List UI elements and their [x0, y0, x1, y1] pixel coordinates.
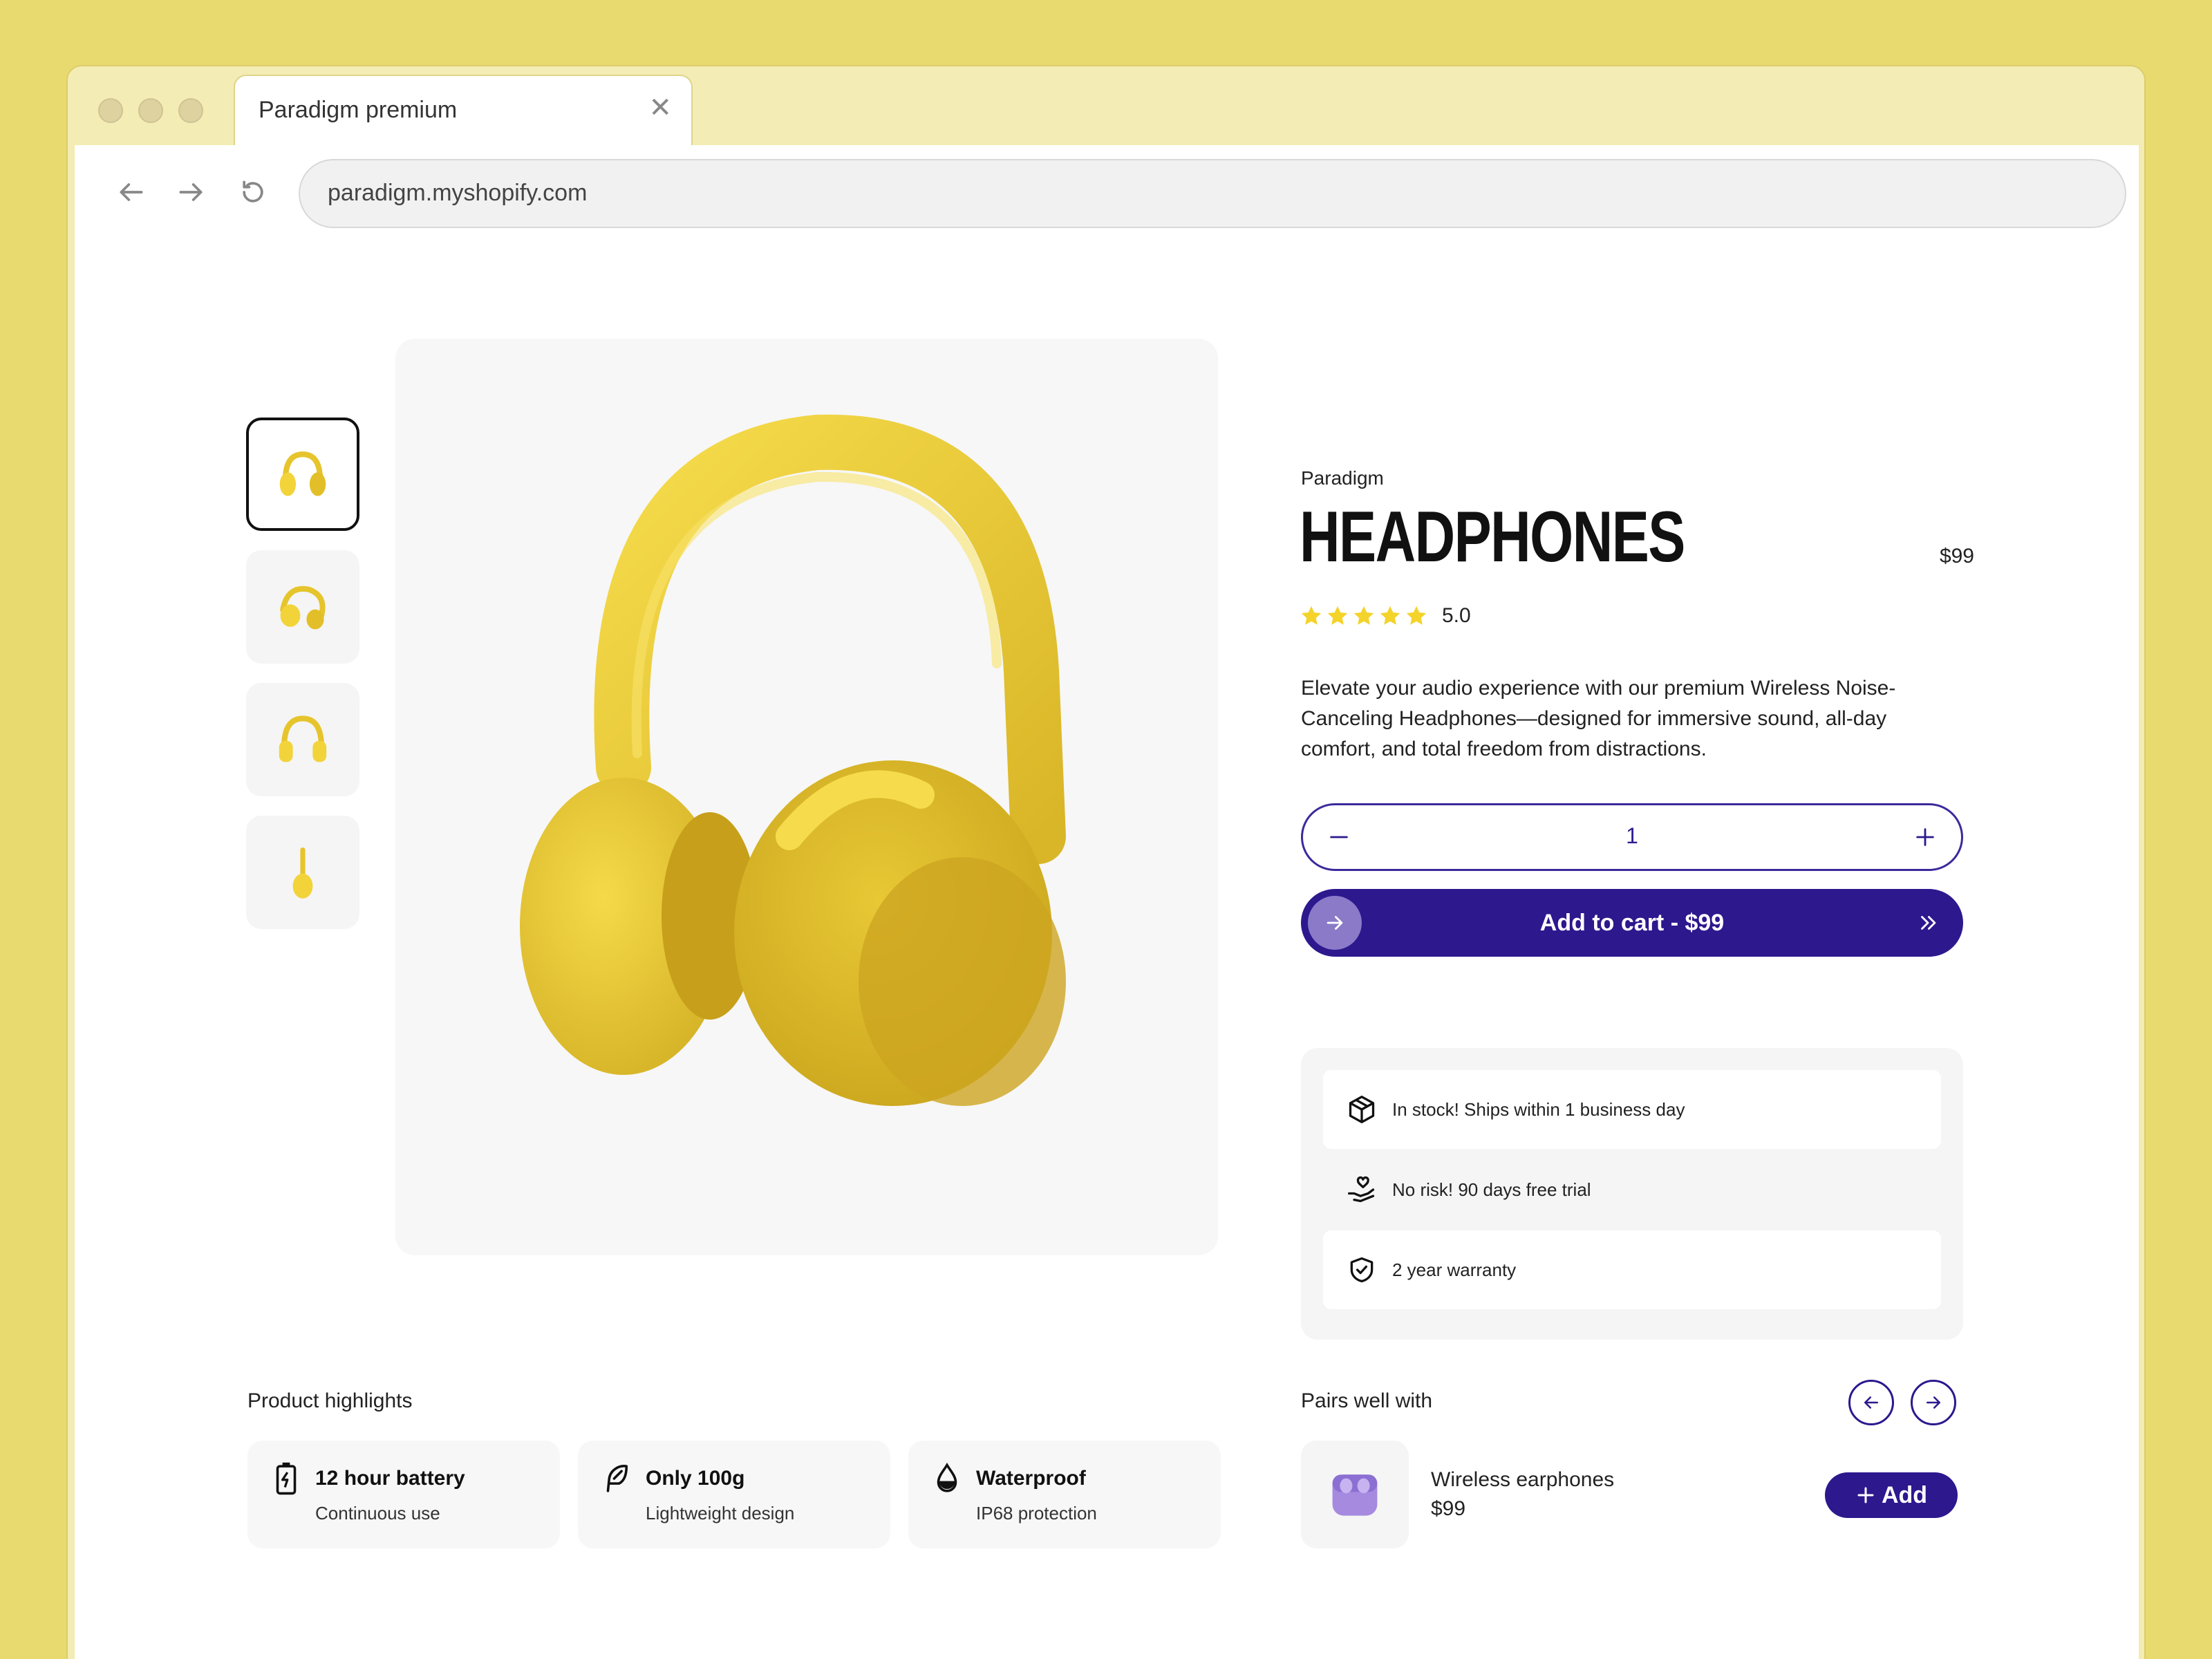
increase-quantity-button[interactable]: [1892, 805, 1958, 869]
forward-button[interactable]: [171, 173, 210, 212]
headphones-image: [520, 414, 1066, 1106]
highlight-title: Waterproof: [976, 1467, 1086, 1490]
star-icon: [1353, 606, 1374, 625]
back-button[interactable]: [112, 173, 151, 212]
quantity-value[interactable]: 1: [1303, 823, 1961, 849]
star-icon: [1406, 606, 1427, 625]
perk-item: 2 year warranty: [1323, 1230, 1941, 1309]
add-to-cart-label: Add to cart - $99: [1539, 910, 1725, 936]
window-controls: [98, 98, 203, 123]
plus-icon: [1857, 1487, 1874, 1503]
water-drop-icon: [937, 1462, 957, 1492]
highlight-subtitle: Lightweight design: [646, 1503, 795, 1524]
product-description: Elevate your audio experience with our p…: [1301, 677, 1896, 760]
main-product-image: [395, 339, 1218, 1255]
thumbnail-1[interactable]: [246, 418, 359, 531]
perk-text: In stock! Ships within 1 business day: [1392, 1098, 1685, 1120]
thumbnail-3[interactable]: [246, 683, 359, 796]
pair-product-price: $99: [1431, 1497, 1466, 1520]
product-brand: Paradigm: [1301, 467, 1384, 489]
perk-item: No risk! 90 days free trial: [1323, 1150, 1941, 1229]
quantity-stepper: 1: [1301, 803, 1963, 871]
thumbnail-2[interactable]: [246, 550, 359, 664]
browser-window: Paradigm premium ✕ paradigm.myshopify.co…: [66, 65, 2146, 1659]
highlight-card: Only 100g Lightweight design: [578, 1441, 890, 1548]
earphones-case-icon: [1332, 1474, 1378, 1516]
maximize-window-button[interactable]: [178, 98, 203, 123]
carousel-prev-button[interactable]: [1848, 1380, 1894, 1425]
reload-icon: [243, 180, 263, 203]
headphones-thumbnail-icon: [292, 847, 313, 899]
battery-icon: [276, 1462, 297, 1495]
rating-value: 5.0: [1442, 604, 1471, 627]
perks-panel: In stock! Ships within 1 business day No…: [1301, 1048, 1963, 1340]
perk-text: 2 year warranty: [1392, 1259, 1517, 1280]
highlight-title: Only 100g: [646, 1467, 745, 1490]
double-chevron-right-icon: [1921, 916, 1936, 930]
pair-product-name[interactable]: Wireless earphones: [1431, 1468, 1614, 1492]
page-content: paradigm.myshopify.com Paradigm HEADPHON…: [75, 145, 2139, 1659]
star-icon: [1301, 606, 1322, 625]
headphones-thumbnail-icon: [280, 585, 326, 630]
highlights-heading: Product highlights: [247, 1389, 413, 1412]
minimize-window-button[interactable]: [138, 98, 163, 123]
tab-close-icon[interactable]: ✕: [648, 94, 672, 122]
perk-text: No risk! 90 days free trial: [1392, 1179, 1591, 1200]
add-pair-label: Add: [1881, 1481, 1928, 1508]
highlight-card: Waterproof IP68 protection: [908, 1441, 1221, 1548]
headphones-thumbnail-icon: [279, 715, 327, 762]
highlight-title: 12 hour battery: [315, 1467, 465, 1490]
browser-tab[interactable]: Paradigm premium ✕: [234, 75, 693, 148]
add-to-cart-button[interactable]: Add to cart - $99: [1301, 889, 1963, 957]
star-icon: [1327, 606, 1348, 625]
star-icon: [1380, 606, 1400, 625]
hand-heart-icon: [1348, 1176, 1375, 1203]
perk-item: In stock! Ships within 1 business day: [1323, 1070, 1941, 1149]
close-window-button[interactable]: [98, 98, 123, 123]
add-pair-button[interactable]: Add: [1825, 1472, 1958, 1518]
carousel-next-button[interactable]: [1911, 1380, 1956, 1425]
arrow-left-icon: [1864, 1396, 1878, 1409]
shield-check-icon: [1350, 1257, 1374, 1283]
highlight-subtitle: IP68 protection: [976, 1503, 1097, 1524]
plus-icon: [1916, 828, 1934, 846]
product-price: $99: [1939, 545, 1974, 568]
address-bar[interactable]: paradigm.myshopify.com: [299, 159, 2126, 228]
arrow-right-icon: [1927, 1396, 1940, 1409]
pair-product-image[interactable]: [1301, 1441, 1409, 1548]
url-text: paradigm.myshopify.com: [328, 180, 588, 206]
star-rating: [1300, 604, 1428, 628]
tab-title: Paradigm premium: [259, 97, 458, 123]
pairs-heading: Pairs well with: [1301, 1389, 1433, 1412]
arrow-right-icon: [179, 183, 203, 201]
highlight-card: 12 hour battery Continuous use: [247, 1441, 560, 1548]
highlight-subtitle: Continuous use: [315, 1503, 440, 1524]
box-icon: [1349, 1096, 1375, 1123]
feather-icon: [606, 1465, 628, 1492]
headphones-thumbnail-icon: [279, 451, 326, 496]
reload-button[interactable]: [234, 173, 272, 212]
product-title: HEADPHONES: [1300, 497, 1685, 577]
thumbnail-4[interactable]: [246, 816, 359, 929]
arrow-left-icon: [120, 183, 143, 201]
